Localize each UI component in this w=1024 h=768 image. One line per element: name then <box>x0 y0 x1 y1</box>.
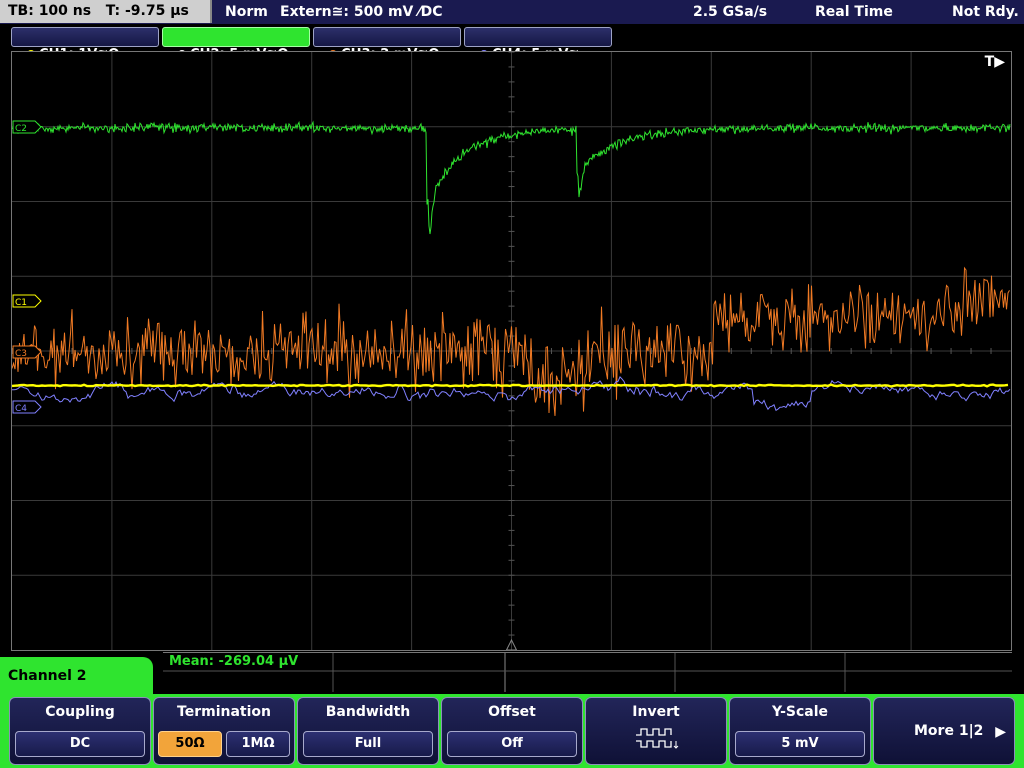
sample-rate: 2.5 GSa/s <box>693 4 768 20</box>
mean-measurement: Mean: -269.04 µV <box>169 654 299 669</box>
waveform-display[interactable]: T▶ <box>11 51 1012 651</box>
channel-markers: C1 C3 C4 <box>12 294 42 414</box>
tab-ch3[interactable]: CH3: 2 mV≅Ω <box>313 27 461 62</box>
yscale-title: Y-Scale <box>771 704 828 720</box>
waveform-graph <box>12 52 1011 650</box>
offset-softkey[interactable]: Offset Off <box>441 697 583 765</box>
ch3-trace <box>12 266 1010 416</box>
c4-marker-label: C4 <box>15 404 27 414</box>
timebase-readout[interactable]: TB: 100 ns T: -9.75 µs <box>0 0 212 23</box>
tab-ch2[interactable]: CH2: 5 mV≅Ω <box>162 27 310 62</box>
tab-ch1[interactable]: CH1: 1V≅Ω <box>11 27 159 62</box>
coupling-value[interactable]: DC <box>15 731 145 757</box>
ch1-trace <box>12 383 1009 388</box>
acquisition-mode: Real Time <box>815 4 893 20</box>
c2-marker-label: C2 <box>15 124 27 134</box>
more-softkey[interactable]: More 1|2 ▶ <box>873 697 1015 765</box>
chevron-right-icon: ▶ <box>995 724 1006 740</box>
coupling-softkey[interactable]: Coupling DC <box>9 697 151 765</box>
termination-1mohm-option[interactable]: 1MΩ <box>226 731 290 757</box>
offset-title: Offset <box>488 704 536 720</box>
tab-ch4[interactable]: CH4: 5 mV≅ <box>464 27 612 62</box>
bandwidth-softkey[interactable]: Bandwidth Full <box>297 697 439 765</box>
offset-value[interactable]: Off <box>447 731 577 757</box>
termination-title: Termination <box>177 704 271 720</box>
more-label: More 1|2 <box>914 723 984 739</box>
trigger-position-marker: T▶ <box>984 54 1005 70</box>
c3-marker[interactable]: C3 <box>12 345 42 359</box>
c1-marker[interactable]: C1 <box>12 294 42 308</box>
c2-marker[interactable]: C2 <box>11 119 45 139</box>
square-wave-invert-icon <box>636 728 679 749</box>
coupling-title: Coupling <box>45 704 115 720</box>
trigger-mode[interactable]: Norm <box>225 0 268 24</box>
invert-softkey[interactable]: Invert <box>585 697 727 765</box>
bandwidth-title: Bandwidth <box>325 704 411 720</box>
c3-marker-label: C3 <box>15 349 27 359</box>
menu-title: Channel 2 <box>8 668 87 684</box>
yscale-softkey[interactable]: Y-Scale 5 mV <box>729 697 871 765</box>
invert-title: Invert <box>632 704 680 720</box>
bandwidth-value[interactable]: Full <box>303 731 433 757</box>
termination-50ohm-option[interactable]: 50Ω <box>158 731 222 757</box>
c1-marker-label: C1 <box>15 298 27 308</box>
trigger-source[interactable]: Extern≅: 500 mV ⁄DC <box>280 0 442 24</box>
termination-softkey[interactable]: Termination 50Ω 1MΩ <box>153 697 295 765</box>
yscale-value[interactable]: 5 mV <box>735 731 865 757</box>
trigger-state: Not Rdy. <box>952 4 1019 20</box>
c4-marker[interactable]: C4 <box>12 400 42 414</box>
